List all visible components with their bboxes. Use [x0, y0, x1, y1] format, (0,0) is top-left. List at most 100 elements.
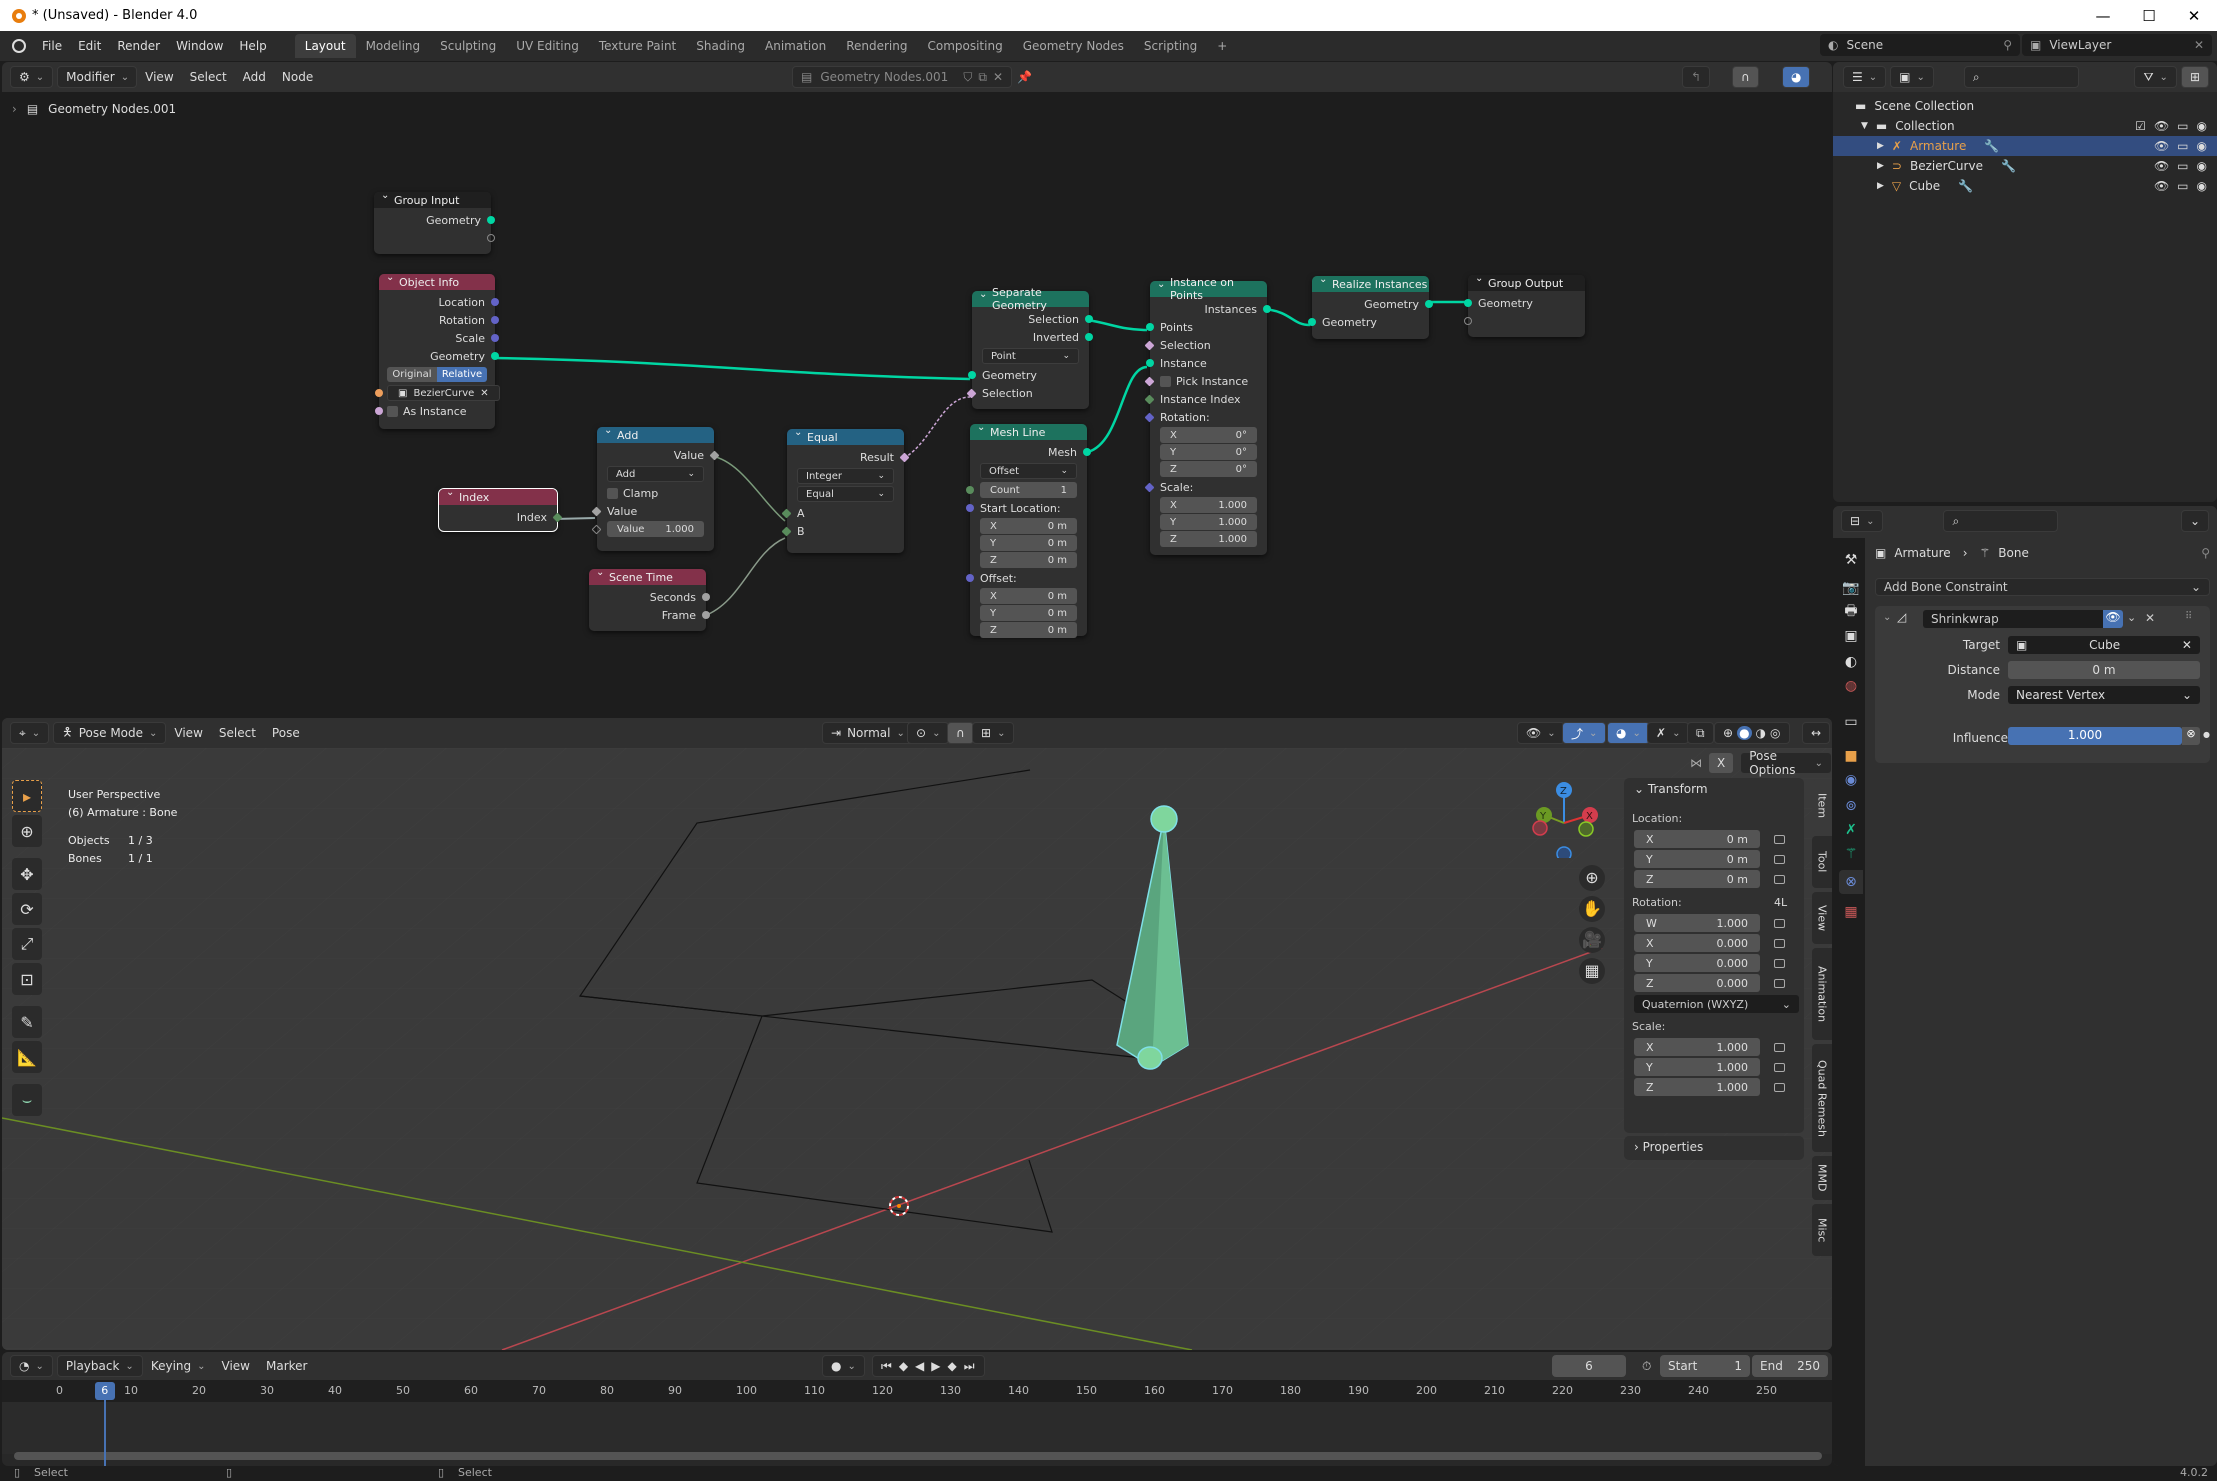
bone-overlay-icon[interactable]: ✗ [1647, 722, 1690, 744]
ortho-toggle-icon[interactable]: ▦ [1579, 958, 1605, 984]
drag-handle-icon[interactable]: ⠿ [2185, 611, 2192, 622]
menu-render[interactable]: Render [109, 39, 168, 53]
properties-panel-header[interactable]: › Properties [1624, 1136, 1804, 1160]
instances-output-socket[interactable] [1263, 305, 1271, 313]
pin-icon[interactable]: ⚲ [2003, 38, 2012, 52]
node-instance-on-points[interactable]: Instance on Points Instances Points Sele… [1144, 276, 1271, 555]
object-tab-icon[interactable]: ■ [1839, 744, 1863, 768]
as-instance-input-socket[interactable] [375, 407, 383, 415]
offset-x-field[interactable]: X0 m [980, 588, 1077, 604]
camera-icon[interactable]: ◉ [2197, 119, 2207, 133]
editor-type-icon[interactable]: ⌖ [10, 722, 50, 744]
play-reverse-icon[interactable]: ◀ [915, 1359, 925, 1373]
mirror-x-toggle[interactable]: X [1708, 752, 1735, 774]
location-x-field[interactable]: X0 m [1634, 830, 1760, 848]
transform-panel-header[interactable]: ⌄ Transform [1634, 782, 1708, 796]
new-collection-icon[interactable]: ⊞ [2180, 66, 2209, 88]
menu-pose[interactable]: Pose [264, 722, 308, 744]
collapse-icon[interactable]: ⌄ [1883, 612, 1891, 623]
eye-icon[interactable]: 👁 [2154, 179, 2169, 193]
outliner[interactable]: ☰ ▣ ⌕ ⛛ ⊞ ▬Scene Collection ▼▬Collection… [1833, 62, 2217, 502]
keying-dropdown[interactable]: Keying [143, 1355, 214, 1377]
rotation-mode-dropdown[interactable]: Quaternion (WXYZ) ⌄ [1634, 995, 1799, 1013]
maximize-button[interactable]: ☐ [2126, 0, 2172, 31]
sidebar-tab-tool[interactable]: Tool [1812, 836, 1832, 888]
domain-dropdown[interactable]: Point [982, 348, 1079, 364]
minimize-button[interactable]: — [2080, 0, 2126, 31]
geometry-output-socket[interactable] [491, 352, 499, 360]
playhead-frame-indicator[interactable]: 6 [94, 1382, 115, 1400]
workspace-tab-geometry-nodes[interactable]: Geometry Nodes [1013, 34, 1134, 58]
geometry-output-socket[interactable] [1425, 300, 1433, 308]
value-b-field[interactable]: Value 1.000 [607, 521, 704, 537]
node-title[interactable]: Mesh Line [970, 422, 1087, 440]
node-scene-time[interactable]: Scene Time Seconds Frame [589, 567, 710, 631]
jump-end-icon[interactable]: ⏭ [964, 1359, 976, 1374]
disable-keep-transform-icon[interactable]: ⊗ [2182, 727, 2200, 745]
sidebar-tab-animation[interactable]: Animation [1812, 948, 1832, 1040]
location-output-socket[interactable] [491, 298, 499, 306]
play-icon[interactable]: ▶ [931, 1359, 941, 1373]
seconds-output-socket[interactable] [702, 593, 710, 601]
node-title[interactable]: Index [439, 487, 557, 505]
outliner-collection[interactable]: ▼ ▬ Collection ☑ 👁 ▭ ◉ [1833, 116, 2217, 136]
solid-shading-icon[interactable]: ● [1737, 726, 1752, 740]
sidebar-tab-view[interactable]: View [1812, 892, 1832, 944]
end-frame-field[interactable]: End 250 [1752, 1355, 1828, 1377]
workspace-tab-texture-paint[interactable]: Texture Paint [589, 34, 686, 58]
mode-field[interactable]: Nearest Vertex ⌄ [2008, 686, 2200, 704]
sidebar-tab-item[interactable]: Item [1812, 780, 1832, 832]
menu-file[interactable]: File [34, 39, 70, 53]
rotation-x-field[interactable]: X 0.000 [1634, 934, 1760, 952]
zoom-icon[interactable]: ⊕ [1579, 865, 1605, 891]
playback-dropdown[interactable]: Playback [56, 1355, 143, 1377]
start-y-field[interactable]: Y0 m [980, 535, 1077, 551]
lock-icon[interactable] [1774, 875, 1785, 884]
node-index[interactable]: Index Index [438, 487, 563, 532]
pan-hand-icon[interactable]: ✋ [1579, 896, 1605, 922]
location-z-field[interactable]: Z0 m [1634, 870, 1760, 888]
pin-icon[interactable]: ⚲ [2201, 546, 2210, 560]
armature-data-tab-icon[interactable]: ✗ [1839, 818, 1863, 842]
count-input-socket[interactable] [966, 486, 974, 494]
scene-name[interactable]: Scene [1846, 38, 1883, 52]
move-tool-icon[interactable]: ✥ [12, 858, 42, 890]
object-constraint-tab-icon[interactable]: ⊚ [1839, 794, 1863, 818]
properties-search-input[interactable]: ⌕ [1943, 510, 2059, 532]
current-frame-field[interactable]: 6 [1552, 1355, 1626, 1377]
object-field[interactable]: ▣ BezierCurve ✕ [387, 385, 500, 401]
timeline-track-area[interactable] [2, 1402, 1832, 1454]
snap-toggle-icon[interactable]: ∩ [947, 722, 974, 744]
count-field[interactable]: Count 1 [980, 482, 1077, 498]
pivot-point-dropdown[interactable]: ⊙ [907, 722, 950, 744]
blender-menu-icon[interactable] [12, 39, 26, 53]
measure-tool-icon[interactable]: 📐 [12, 1041, 42, 1073]
sidebar-tab-mmd[interactable]: MMD [1812, 1156, 1832, 1200]
workspace-tab-rendering[interactable]: Rendering [836, 34, 917, 58]
empty-input-socket[interactable] [1464, 317, 1472, 325]
output-tab-icon[interactable]: 🖶 [1839, 600, 1863, 624]
eye-icon[interactable]: 👁 [2103, 610, 2123, 628]
options-dropdown[interactable]: ⌄ [2180, 510, 2209, 532]
select-box-tool-icon[interactable]: ▸ [12, 780, 42, 812]
monitor-icon[interactable]: ▭ [2177, 139, 2188, 153]
mesh-line-mode-dropdown[interactable]: Offset [980, 463, 1077, 479]
object-input-socket[interactable] [375, 389, 383, 397]
node-object-info[interactable]: Object Info Location Rotation Scale Geom… [375, 272, 500, 429]
influence-slider[interactable]: 1.000 [2008, 727, 2182, 745]
rotation-w-field[interactable]: W 1.000 [1634, 914, 1760, 932]
physics-tab-icon[interactable]: ◉ [1839, 768, 1863, 792]
lock-icon[interactable] [1774, 855, 1785, 864]
sidebar-tab-misc[interactable]: Misc [1812, 1204, 1832, 1256]
node-title[interactable]: Scene Time [589, 567, 706, 585]
transform-orientation-dropdown[interactable]: ⇥ Normal [822, 722, 914, 744]
3d-viewport[interactable]: ⌖ 🯅Pose Mode View Select Pose ⇥Normal ⊙ … [2, 718, 1832, 1350]
keyframe-dot-icon[interactable]: ● [2203, 730, 2210, 739]
offset-z-field[interactable]: Z0 m [980, 622, 1077, 638]
frame-output-socket[interactable] [702, 611, 710, 619]
instance-input-socket[interactable] [1146, 359, 1154, 367]
close-button[interactable]: ✕ [2171, 0, 2217, 31]
rotation-y-field[interactable]: Y 0.000 [1634, 954, 1760, 972]
rotation-x-field[interactable]: X 0° [1160, 427, 1257, 443]
geometry-input-socket[interactable] [1464, 299, 1472, 307]
